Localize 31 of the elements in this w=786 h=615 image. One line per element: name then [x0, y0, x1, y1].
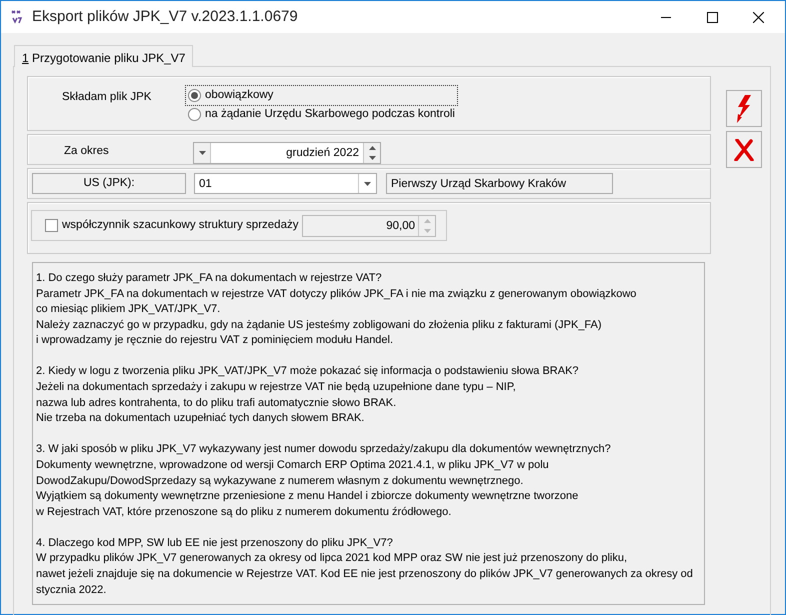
caret-icon [198, 151, 206, 155]
export-button[interactable] [726, 90, 762, 127]
info-text-area[interactable] [32, 262, 705, 605]
down-arrow-icon [368, 156, 376, 160]
tab[interactable]: 1 Przygotowanie pliku JPK_V7 [14, 45, 194, 67]
up-arrow-icon [424, 218, 430, 222]
radio-button[interactable] [188, 89, 201, 102]
tax-office-label: US (JPK): [32, 173, 186, 194]
period-field[interactable]: grudzień 2022 [193, 142, 381, 164]
maximize-icon [706, 12, 718, 22]
period-label: Za okres [63, 144, 110, 159]
option-label: na żądanie Urzędu Skarbowego podczas kontroli [205, 106, 455, 122]
paragraph: 4. Dlaczego kod MPP, SW lub EE nie jest przenoszony do pliku JPK_V7? W przypadku plików JPK_V7 generowanych za okresy od lipca 2021 kod MPP oraz SW nie jest już przenoszony do pliku, nawet jeżeli znajduje się na dokumencie w Rejestrze VAT. Kod EE nie jest przenoszony do plików JPK_V7 generowanych za okresy od stycznia 2022. [36, 536, 694, 598]
tax-office-name-field: Pierwszy Urząd Skarbowy Kraków [386, 173, 613, 194]
paragraph: 2. Kiedy w logu z tworzenia pliku JPK_VAT/JPK_V7 może pokazać się informacja o podstawieniu słowa BRAK? Jeżeli na dokumentach sprzedaży i zakupu w rejestrze VAT nie będą uzupełnione dane typu – NIP, nazwa lub adres kontrahenta, to do pliku trafi automatycznie słowo BRAK. Nie trzeba na dokumentach uzupełniać tych danych słowem BRAK. [36, 364, 580, 426]
lightning-icon [736, 94, 752, 122]
coefficient-label: współczynnik szacunkowy struktury sprzedaży [62, 218, 298, 233]
paragraph: 3. W jaki sposób w pliku JPK_V7 wykazywany jest numer dowodu sprzedaży/zakupu dla dokumentów wewnętrznych? Dokumenty wewnętrzne, wprowadzone od wersji Comarch ERP Optima 2021.4.1, w pliku JPK_V7 w polu DowodZakupu/DowodSprzedazy są wykazywane z numerem własnym z dokumentu wewnętrznego. Wyjątkiem są dokumenty wewnętrzne przeniesione z menu Handel i zbiorcze dokumenty wewnętrzne tworzone w Rejestrach VAT, które przenoszone są do pliku z numerem dokumentu źródłowego. [36, 442, 612, 520]
filing-label: Składam plik JPK [61, 90, 152, 105]
cancel-button[interactable] [726, 131, 762, 168]
caret-icon [364, 182, 371, 186]
app-icon [10, 9, 24, 25]
up-arrow-icon [368, 146, 376, 150]
close-icon [734, 138, 754, 160]
down-arrow-icon [424, 228, 430, 232]
radio-button[interactable] [188, 108, 201, 121]
tax-office-code-field[interactable]: 01 [194, 173, 377, 194]
paragraph: 1. Do czego służy parametr JPK_FA na dokumentach w rejestrze VAT? Parametr JPK_FA na dokumentach w rejestrze VAT dotyczy plików JPK_FA i nie ma związku z generowanym obowiązkowo co miesiąc plikiem JPK_VAT/JPK_V7. Należy zaznaczyć go w przypadku, gdy na żądanie US jesteśmy zobligowani do złożenia pliku z fakturami (JPK_FA) i wprowadzamy je ręcznie do rejestru VAT z pominięciem modułu Handel. [36, 271, 638, 348]
close-icon [752, 12, 764, 22]
window-title: Eksport plików JPK_V7 v.2023.1.1.0679 [32, 6, 298, 27]
option-label: obowiązkowy [205, 88, 274, 103]
